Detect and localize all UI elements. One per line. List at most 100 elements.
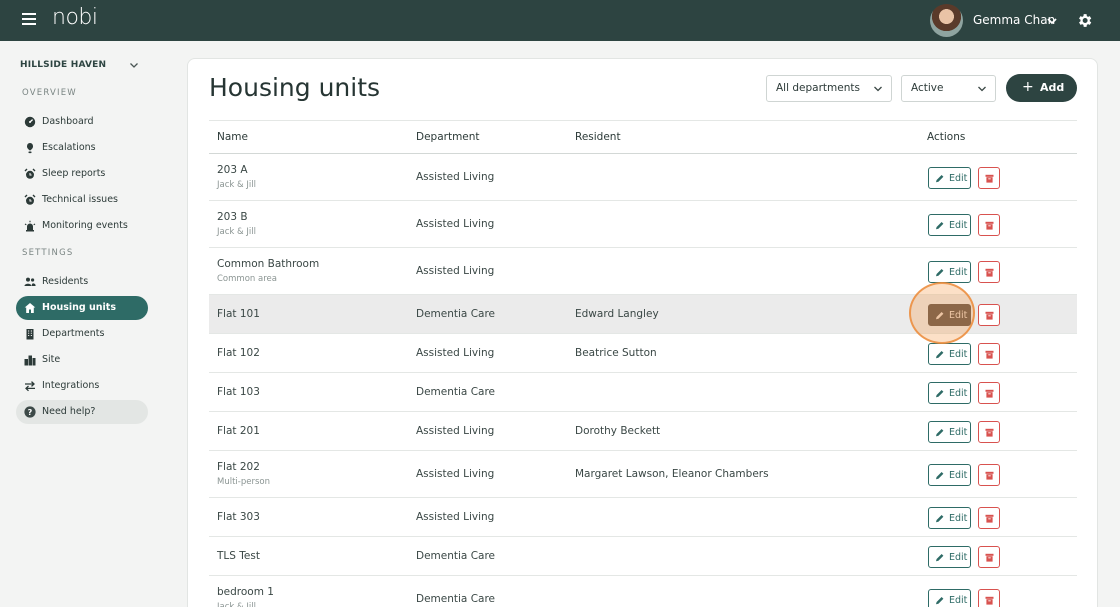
unit-name: Common Bathroom: [217, 258, 320, 270]
delete-button[interactable]: [978, 464, 1000, 486]
pencil-icon: [935, 269, 944, 277]
table-row: TLS Test Dementia Care Edit: [209, 537, 1077, 576]
unit-subtitle: Common area: [217, 274, 277, 284]
unit-department: Assisted Living: [416, 171, 495, 183]
section-overview: OVERVIEW: [22, 88, 77, 98]
pencil-icon: [935, 472, 944, 480]
unit-department: Assisted Living: [416, 218, 495, 230]
unit-subtitle: Multi-person: [217, 477, 270, 487]
edit-button-label: Edit: [949, 427, 968, 438]
menu-icon[interactable]: [22, 13, 36, 27]
edit-button[interactable]: Edit: [928, 464, 971, 486]
table-row: Flat 101 Dementia Care Edward Langley Edit: [209, 295, 1077, 334]
pencil-icon: [935, 175, 944, 183]
edit-button[interactable]: Edit: [928, 304, 971, 326]
department-filter-select[interactable]: All departments: [766, 75, 892, 102]
sidebar-item-label: Sleep reports: [42, 168, 106, 179]
edit-button[interactable]: Edit: [928, 261, 971, 283]
pencil-icon: [935, 390, 944, 398]
app-logo[interactable]: nobi: [52, 5, 98, 30]
sidebar-item-label: Technical issues: [42, 194, 118, 205]
user-name[interactable]: Gemma Chan: [973, 13, 1055, 27]
department-filter-value: All departments: [776, 82, 860, 94]
column-header-resident[interactable]: Resident: [575, 131, 621, 143]
help-icon: ?: [24, 406, 36, 418]
chevron-down-icon[interactable]: [1045, 14, 1059, 28]
delete-button[interactable]: [978, 421, 1000, 443]
gear-icon[interactable]: [1076, 12, 1093, 29]
unit-name: 203 B: [217, 211, 248, 223]
delete-button[interactable]: [978, 589, 1000, 607]
sidebar-item-escalations[interactable]: Escalations: [16, 136, 148, 160]
add-button[interactable]: + Add: [1006, 74, 1077, 102]
unit-name: Flat 202: [217, 461, 260, 473]
edit-button[interactable]: Edit: [928, 343, 971, 365]
pencil-icon: [935, 515, 944, 523]
table-row: Flat 201 Assisted Living Dorothy Beckett Ed…: [209, 412, 1077, 451]
table-row: Flat 102 Assisted Living Beatrice Sutton Ed…: [209, 334, 1077, 373]
unit-subtitle: Jack & Jill: [217, 227, 256, 237]
sidebar-item-housing-units[interactable]: Housing units: [16, 296, 148, 320]
unit-subtitle: Jack & Jill: [217, 180, 256, 190]
edit-button[interactable]: Edit: [928, 214, 971, 236]
table-row: 203 A Jack & Jill Assisted Living Edit: [209, 154, 1077, 201]
unit-name: Flat 303: [217, 511, 260, 523]
edit-button-label: Edit: [949, 388, 968, 399]
delete-button[interactable]: [978, 507, 1000, 529]
status-filter-value: Active: [911, 82, 944, 94]
pencil-icon: [935, 554, 944, 562]
delete-button[interactable]: [978, 343, 1000, 365]
edit-button-label: Edit: [949, 349, 968, 360]
people-icon: [24, 277, 36, 286]
unit-resident: Edward Langley: [575, 308, 659, 320]
org-name[interactable]: HILLSIDE HAVEN: [20, 60, 106, 70]
sidebar-item-departments[interactable]: Departments: [16, 322, 148, 346]
column-header-actions: Actions: [927, 131, 966, 143]
sidebar-item-integrations[interactable]: Integrations: [16, 374, 148, 398]
sidebar-item-dashboard[interactable]: Dashboard: [16, 110, 148, 134]
sidebar-item-site[interactable]: Site: [16, 348, 148, 372]
edit-button[interactable]: Edit: [928, 382, 971, 404]
sidebar-item-residents[interactable]: Residents: [16, 270, 148, 294]
sidebar-item-label: Need help?: [42, 406, 96, 417]
unit-department: Assisted Living: [416, 265, 495, 277]
archive-icon: [985, 471, 994, 480]
unit-name: Flat 201: [217, 425, 260, 437]
archive-icon: [985, 596, 994, 605]
table-row: Flat 103 Dementia Care Edit: [209, 373, 1077, 412]
avatar[interactable]: [930, 4, 963, 37]
alarm-clock-icon: [24, 194, 36, 205]
top-bar: nobi Gemma Chan: [0, 0, 1120, 41]
delete-button[interactable]: [978, 546, 1000, 568]
edit-button[interactable]: Edit: [928, 546, 971, 568]
unit-name: TLS Test: [217, 550, 260, 562]
pencil-icon: [935, 351, 944, 359]
sidebar: HILLSIDE HAVEN OVERVIEW Dashboard Escala…: [0, 41, 160, 607]
edit-button[interactable]: Edit: [928, 589, 971, 607]
edit-button-label: Edit: [949, 470, 968, 481]
edit-button[interactable]: Edit: [928, 421, 971, 443]
column-header-department[interactable]: Department: [416, 131, 480, 143]
archive-icon: [985, 350, 994, 359]
delete-button[interactable]: [978, 261, 1000, 283]
delete-button[interactable]: [978, 382, 1000, 404]
table-row: 203 B Jack & Jill Assisted Living Edit: [209, 201, 1077, 248]
add-button-label: Add: [1040, 81, 1065, 94]
archive-icon: [985, 268, 994, 277]
edit-button-label: Edit: [949, 220, 968, 231]
chevron-down-icon[interactable]: [128, 59, 140, 71]
unit-resident: Margaret Lawson, Eleanor Chambers: [575, 468, 769, 480]
sidebar-item-label: Departments: [42, 328, 105, 339]
sidebar-item-technical-issues[interactable]: Technical issues: [16, 188, 148, 212]
sidebar-item-help[interactable]: ? Need help?: [16, 400, 148, 424]
column-header-name[interactable]: Name: [217, 131, 248, 143]
edit-button[interactable]: Edit: [928, 167, 971, 189]
unit-name: bedroom 1: [217, 586, 274, 598]
delete-button[interactable]: [978, 214, 1000, 236]
status-filter-select[interactable]: Active: [901, 75, 996, 102]
delete-button[interactable]: [978, 304, 1000, 326]
sidebar-item-monitoring-events[interactable]: Monitoring events: [16, 214, 148, 238]
edit-button[interactable]: Edit: [928, 507, 971, 529]
delete-button[interactable]: [978, 167, 1000, 189]
sidebar-item-sleep-reports[interactable]: Sleep reports: [16, 162, 148, 186]
